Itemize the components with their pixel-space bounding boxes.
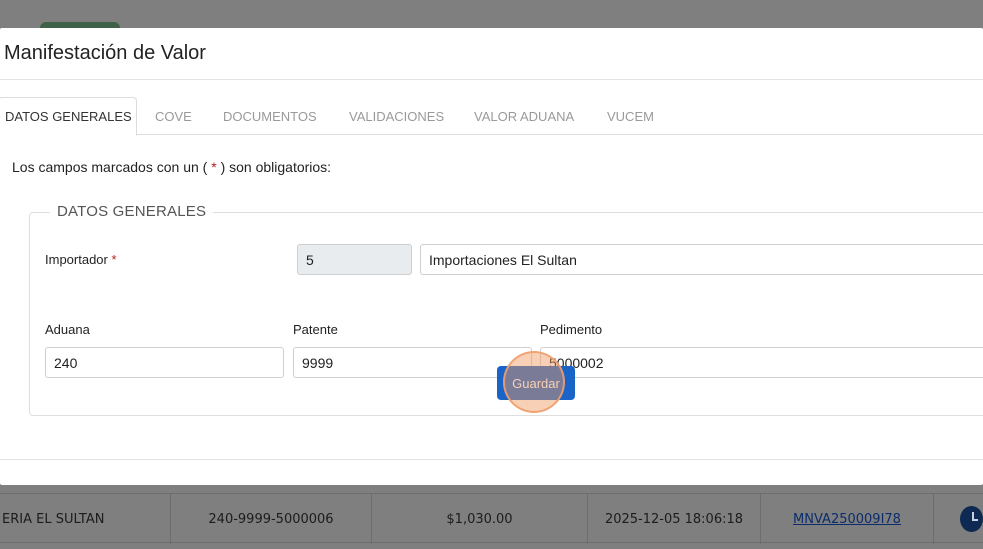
manifestacion-modal: Manifestación de Valor DATOS GENERALES C… [0,28,983,485]
table-cell-importer: ERIA EL SULTAN [0,494,171,544]
tab-cove[interactable]: COVE [155,97,192,135]
table-cell-date: 2025-12-05 18:06:18 [588,494,761,544]
tab-vucem[interactable]: VUCEM [607,97,654,135]
tab-validaciones[interactable]: VALIDACIONES [349,97,444,135]
modal-footer-divider [0,459,983,460]
background-table: ERIA EL SULTAN 240-9999-5000006 $1,030.0… [0,484,983,549]
background-header [0,0,983,28]
tab-documentos[interactable]: DOCUMENTOS [223,97,317,135]
importador-name-field[interactable]: Importaciones El Sultan [420,244,983,275]
fieldset-legend: DATOS GENERALES [50,203,214,220]
tab-datos-generales[interactable]: DATOS GENERALES [0,97,137,136]
table-cell-pedimento: 240-9999-5000006 [171,494,372,544]
table-row: ERIA EL SULTAN 240-9999-5000006 $1,030.0… [0,493,983,544]
modal-header-divider [0,79,983,80]
required-note-suffix: ) son obligatorios: [220,159,332,175]
importador-code-field: 5 [297,244,412,275]
pedimento-label: Pedimento [540,322,603,337]
pedimento-field[interactable]: 5000002 [540,347,983,378]
importador-required-star: * [111,252,117,267]
tab-bar: DATOS GENERALES COVE DOCUMENTOS VALIDACI… [0,97,983,136]
importador-label: Importador * [45,252,117,267]
save-button[interactable]: Guardar [497,366,575,400]
required-note-prefix: Los campos marcados con un ( [12,159,208,175]
table-cell-amount: $1,030.00 [372,494,588,544]
importador-label-text: Importador [45,252,108,267]
patente-label: Patente [293,322,338,337]
tab-valor-aduana[interactable]: VALOR ADUANA [474,97,574,135]
table-cell-link[interactable]: MNVA250009I78 [761,494,934,544]
required-fields-note: Los campos marcados con un ( * ) son obl… [12,159,331,175]
clock-icon[interactable] [960,506,983,532]
modal-title: Manifestación de Valor [4,42,206,64]
required-star: * [211,159,217,175]
table-cell-actions [934,494,983,544]
aduana-label: Aduana [45,322,90,337]
aduana-field[interactable]: 240 [45,347,284,378]
